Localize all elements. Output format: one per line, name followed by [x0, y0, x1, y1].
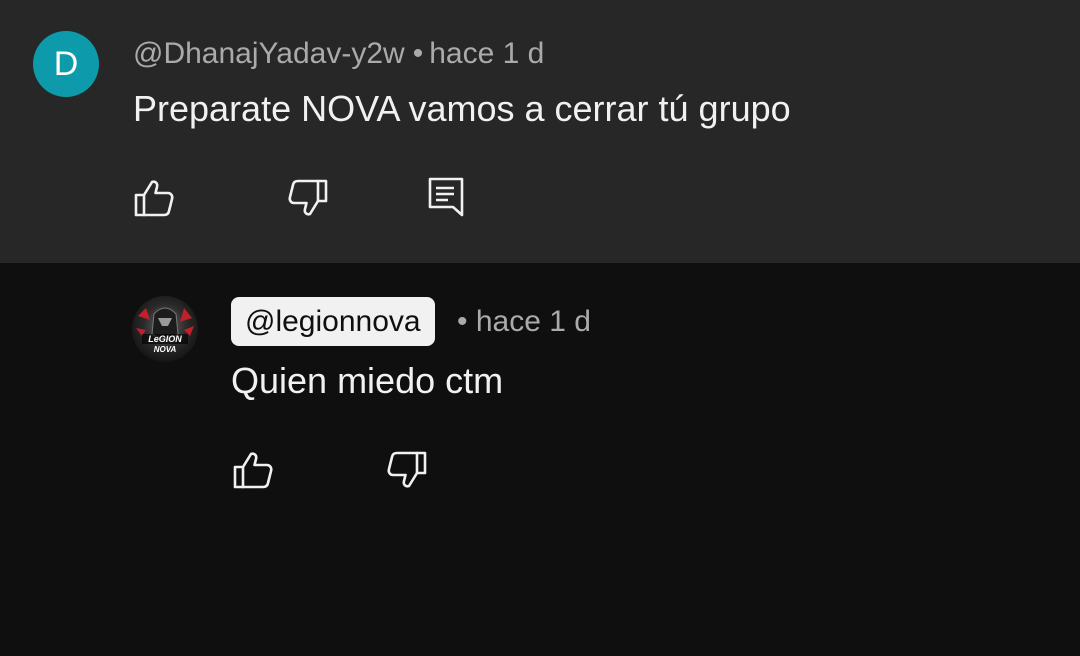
comment-meta: @DhanajYadav-y2w • hace 1 d [133, 37, 544, 71]
avatar[interactable]: D [33, 31, 99, 97]
reply-author-chip[interactable]: @legionnova [231, 297, 435, 346]
meta-separator: • [457, 305, 468, 338]
reply-meta: • hace 1 d [457, 305, 591, 339]
comments-screen: D @DhanajYadav-y2w • hace 1 d Preparate NO… [0, 0, 1080, 656]
comment-timestamp: hace 1 d [429, 37, 545, 70]
comment-author[interactable]: @DhanajYadav-y2w [133, 37, 405, 70]
comment-reply-icon[interactable] [424, 175, 468, 219]
meta-separator: • [412, 37, 424, 70]
thumbs-down-icon[interactable] [286, 176, 330, 220]
comment-card: D @DhanajYadav-y2w • hace 1 d Preparate NO… [0, 0, 1080, 263]
reply-text: Quien miedo ctm [231, 360, 504, 401]
reply-timestamp: hace 1 d [475, 305, 591, 338]
avatar-lettering-top: LeGION [148, 334, 182, 344]
thumbs-up-icon[interactable] [231, 448, 275, 492]
thumbs-up-icon[interactable] [132, 176, 176, 220]
comment-text: Preparate NOVA vamos a cerrar tú grupo [133, 88, 791, 129]
thumbs-down-icon[interactable] [385, 448, 429, 492]
avatar-lettering-bottom: NOVA [154, 345, 177, 354]
channel-avatar[interactable]: LeGION NOVA [132, 296, 198, 362]
